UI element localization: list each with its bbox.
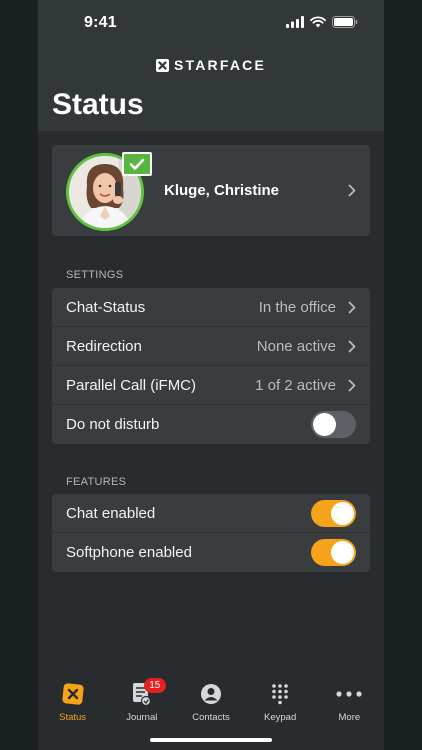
more-icon — [336, 682, 362, 706]
home-indicator[interactable] — [150, 738, 272, 742]
status-icons — [286, 16, 358, 28]
star-icon — [60, 682, 86, 706]
cellular-signal-icon — [286, 16, 304, 28]
chat-enabled-row: Chat enabled — [52, 494, 370, 533]
profile-card[interactable]: Kluge, Christine — [52, 145, 370, 236]
clock: 9:41 — [84, 14, 117, 31]
keypad-icon — [267, 682, 293, 706]
profile-name: Kluge, Christine — [164, 182, 280, 199]
row-label: Chat-Status — [66, 299, 146, 316]
tab-label: Keypad — [264, 712, 297, 723]
chat-status-row[interactable]: Chat-Status In the office — [52, 288, 370, 327]
wifi-icon — [310, 16, 326, 28]
journal-unread-badge: 15 — [143, 678, 166, 693]
tab-label: More — [338, 712, 361, 723]
tab-label: Journal — [126, 712, 158, 723]
journal-icon: 15 — [129, 678, 166, 706]
tab-more[interactable]: More — [315, 672, 384, 750]
row-label: Softphone enabled — [66, 544, 192, 561]
device-bezel-right — [384, 0, 422, 750]
row-label: Parallel Call (iFMC) — [66, 377, 197, 394]
starface-logo-icon — [155, 58, 169, 72]
tab-label: Status — [59, 712, 87, 723]
row-label: Do not disturb — [66, 416, 160, 433]
features-list: Chat enabled Softphone enabled — [52, 494, 370, 572]
softphone-enabled-toggle[interactable] — [311, 539, 356, 566]
chevron-right-icon — [348, 301, 356, 314]
chevron-right-icon — [348, 184, 356, 197]
row-value: In the office — [258, 299, 336, 316]
row-label: Chat enabled — [66, 505, 156, 522]
checkmark-icon — [124, 154, 150, 174]
row-value: 1 of 2 active — [255, 377, 336, 394]
parallel-call-row[interactable]: Parallel Call (iFMC) 1 of 2 active — [52, 366, 370, 405]
row-value: None active — [256, 338, 336, 355]
device-bezel-left — [0, 0, 38, 750]
battery-icon — [332, 16, 358, 28]
do-not-disturb-row: Do not disturb — [52, 405, 370, 444]
toggle-knob — [313, 413, 336, 436]
tab-status[interactable]: Status — [38, 672, 107, 750]
presence-status-badge — [122, 152, 152, 176]
softphone-enabled-row: Softphone enabled — [52, 533, 370, 572]
chat-enabled-toggle[interactable] — [311, 500, 356, 527]
settings-list: Chat-Status In the office Redirection No… — [52, 288, 370, 444]
redirection-row[interactable]: Redirection None active — [52, 327, 370, 366]
chevron-right-icon — [348, 379, 356, 392]
do-not-disturb-toggle[interactable] — [311, 411, 356, 438]
person-icon — [198, 682, 224, 706]
settings-section-header: SETTINGS — [66, 269, 124, 281]
status-bar: 9:41 — [38, 0, 384, 48]
avatar-container — [66, 152, 152, 231]
app-screen: 9:41 STARFACE Status Kluge, Christine SE… — [38, 0, 384, 750]
features-section-header: FEATURES — [66, 476, 127, 488]
toggle-knob — [331, 541, 354, 564]
row-label: Redirection — [66, 338, 142, 355]
page-title: Status — [52, 88, 144, 121]
chevron-right-icon — [348, 340, 356, 353]
header-area: 9:41 STARFACE Status — [38, 0, 384, 131]
brand-name: STARFACE — [173, 57, 266, 73]
tab-label: Contacts — [192, 712, 230, 723]
brand-logo: STARFACE — [38, 57, 384, 73]
toggle-knob — [331, 502, 354, 525]
